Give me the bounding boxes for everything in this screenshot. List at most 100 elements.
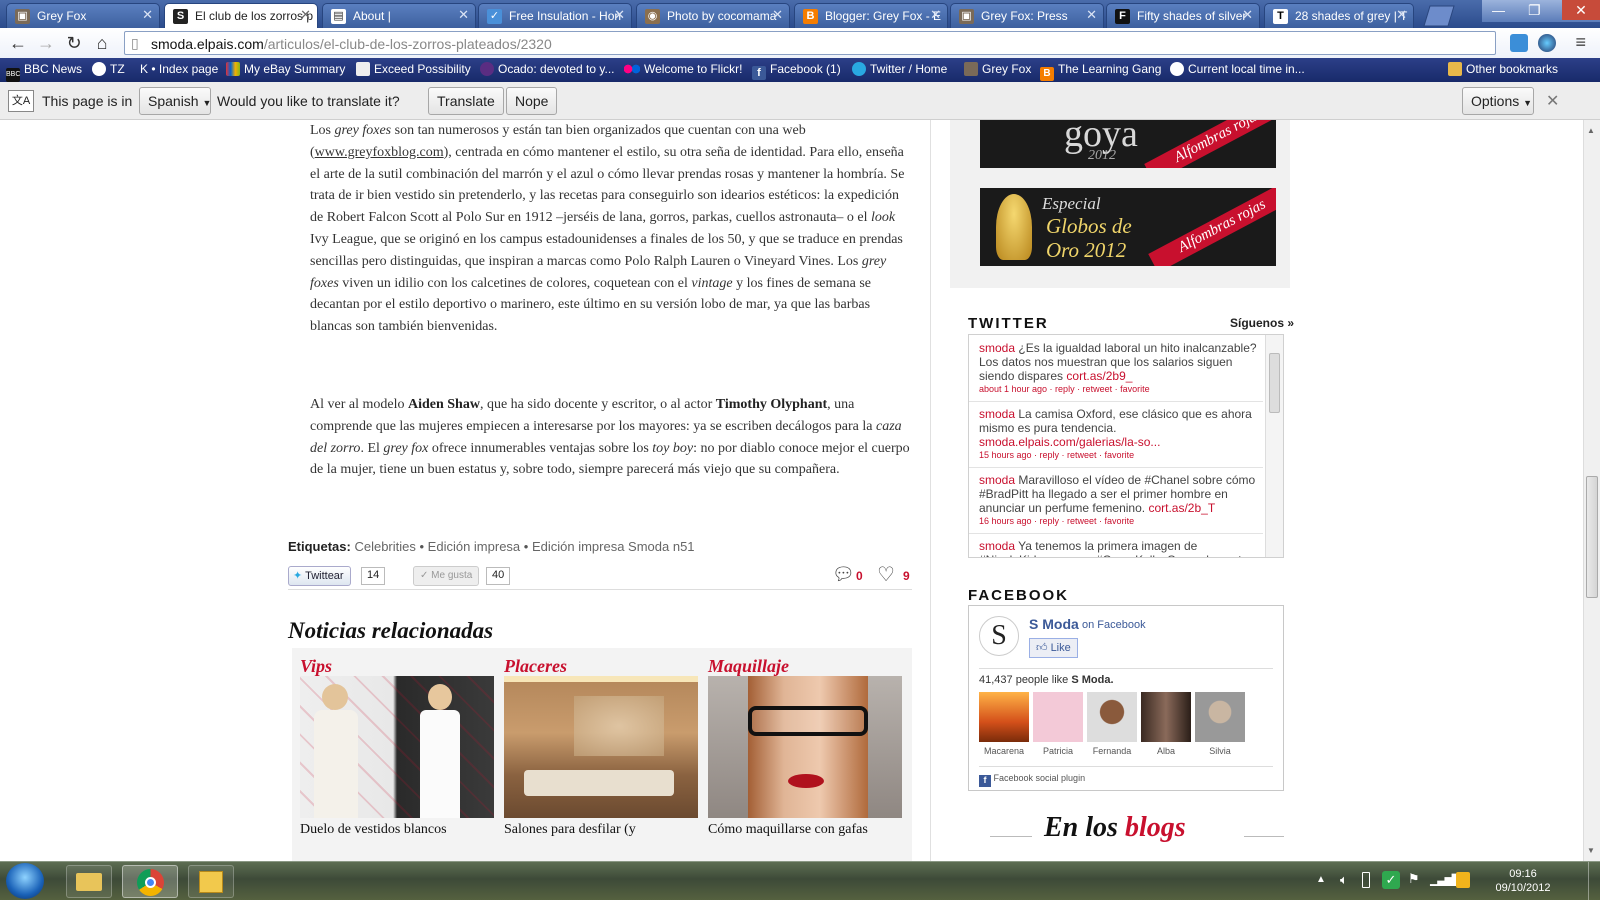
related-card-vips[interactable]: Vips Duelo de vestidos blancos (300, 656, 494, 837)
system-clock[interactable]: 09:16 09/10/2012 (1488, 867, 1558, 895)
bookmark-grey-fox[interactable]: Grey Fox (964, 62, 1031, 76)
bookmark-learning-gang[interactable]: B The Learning Gang (1040, 62, 1161, 81)
bookmark-bbc-news[interactable]: BBC BBC News (6, 62, 82, 82)
tab-2[interactable]: ▤ About | ✕ (322, 3, 476, 28)
close-tab-icon[interactable]: ✕ (142, 7, 153, 23)
close-tab-icon[interactable]: ✕ (300, 7, 311, 23)
fb-fan-avatar[interactable] (1087, 692, 1137, 742)
tag-link[interactable]: Edición impresa Smoda n51 (532, 539, 695, 554)
bookmark-twitter[interactable]: Twitter / Home (852, 62, 947, 76)
close-tab-icon[interactable]: ✕ (614, 7, 625, 23)
close-tab-icon[interactable]: ✕ (772, 7, 783, 23)
translate-icon: 文A (8, 90, 34, 112)
emphasis: toy boy (652, 440, 694, 456)
tab-5[interactable]: B Blogger: Grey Fox - E ✕ (794, 3, 948, 28)
close-infobar-icon[interactable]: ✕ (1546, 91, 1559, 111)
home-icon[interactable]: ⌂ (90, 32, 114, 54)
page-scrollbar[interactable]: ▲ ▼ (1583, 120, 1600, 861)
close-tab-icon[interactable]: ✕ (930, 7, 941, 23)
minimize-icon[interactable]: — (1492, 3, 1505, 18)
placeres-image[interactable] (504, 676, 698, 818)
related-card-placeres[interactable]: Placeres Salones para desfilar (y (504, 656, 698, 837)
close-tab-icon[interactable]: ✕ (1242, 7, 1253, 23)
bookmark-ebay[interactable]: My eBay Summary (226, 62, 345, 76)
vips-image[interactable] (300, 676, 494, 818)
start-button[interactable] (6, 863, 44, 899)
tag-link[interactable]: Edición impresa (428, 539, 521, 554)
show-desktop-button[interactable] (1588, 862, 1600, 900)
volume-icon[interactable]: 🔈︎ (1340, 872, 1348, 888)
article-paragraph-2: Al ver al modelo Aiden Shaw, que ha sido… (310, 397, 910, 478)
heart-icon[interactable]: ♡ (877, 562, 895, 587)
tab-7[interactable]: F Fifty shades of silver ✕ (1106, 3, 1260, 28)
bookmark-ocado[interactable]: Ocado: devoted to y... (480, 62, 615, 76)
notes-taskbar-icon[interactable] (188, 865, 234, 898)
bookmark-tz[interactable]: TZ (92, 62, 125, 76)
tray-app-icon[interactable] (1456, 872, 1470, 888)
show-hidden-icons[interactable]: ▲ (1316, 874, 1326, 885)
sync-check-icon[interactable]: ✓ (1382, 871, 1400, 889)
comment-icon[interactable]: 💬︎ (832, 564, 855, 585)
tag-link[interactable]: Celebrities (354, 539, 415, 554)
bookmark-local-time[interactable]: Current local time in... (1170, 62, 1305, 76)
like-button[interactable]: ✓ Me gusta (413, 566, 480, 586)
goya-banner[interactable]: goya 2012 Alfombras rojas (980, 120, 1276, 168)
translate-button[interactable]: Translate (428, 87, 504, 115)
reload-icon[interactable]: ↻ (62, 32, 86, 54)
language-select[interactable]: Spanish ▼ (139, 87, 211, 115)
explorer-taskbar-icon[interactable] (66, 865, 112, 898)
bookmark-index-page[interactable]: K • Index page (140, 62, 218, 76)
scroll-up-icon[interactable]: ▲ (1587, 126, 1595, 135)
smoda-logo[interactable]: S (979, 616, 1019, 656)
close-tab-icon[interactable]: ✕ (1396, 7, 1407, 23)
battery-icon[interactable] (1362, 872, 1370, 888)
tz-icon (92, 62, 106, 76)
forward-icon[interactable]: → (34, 32, 58, 54)
tab-1[interactable]: S El club de los zorros p ✕ (164, 3, 318, 28)
bookmark-exceed-possibility[interactable]: Exceed Possibility (356, 62, 471, 76)
tab-6[interactable]: ▣ Grey Fox: Press ✕ (950, 3, 1104, 28)
tab-0[interactable]: ▣ Grey Fox ✕ (6, 3, 160, 28)
fb-social-plugin-label[interactable]: f Facebook social plugin (979, 773, 1085, 787)
facebook-like-box: S S Moda on Facebook 👍︎ Like 41,437 peop… (968, 605, 1284, 791)
scroll-thumb[interactable] (1586, 476, 1598, 598)
tab-4[interactable]: ◉ Photo by cocomama ✕ (636, 3, 790, 28)
new-tab-icon[interactable] (1420, 0, 1482, 28)
fb-like-button[interactable]: 👍︎ Like (1029, 638, 1078, 658)
chrome-taskbar-icon[interactable] (122, 865, 178, 898)
action-center-flag-icon[interactable]: ⚑ (1408, 871, 1420, 887)
close-window-icon[interactable]: ✕ (1562, 0, 1600, 20)
nope-button[interactable]: Nope (506, 87, 558, 115)
maquillaje-image[interactable] (708, 676, 902, 818)
fb-fan-avatar[interactable] (1141, 692, 1191, 742)
fb-fan-avatar[interactable] (979, 692, 1029, 742)
network-signal-icon[interactable]: ▁▃▅▇ (1430, 872, 1461, 886)
back-icon[interactable]: ← (6, 32, 30, 54)
tweet-button[interactable]: ✦ Twittear (288, 566, 351, 586)
tab-8[interactable]: T 28 shades of grey | T ✕ (1264, 3, 1414, 28)
globos-de-oro-banner[interactable]: Especial Globos de Oro 2012 Alfombras ro… (980, 188, 1276, 266)
tab-3[interactable]: ✓ Free Insulation - Hon ✕ (478, 3, 632, 28)
fb-fan-avatar[interactable] (1033, 692, 1083, 742)
bbc-icon: BBC (6, 68, 20, 82)
fb-fan-avatar[interactable] (1195, 692, 1245, 742)
options-button[interactable]: Options ▼ (1462, 87, 1534, 115)
scroll-down-icon[interactable]: ▼ (1587, 846, 1595, 855)
globe-icon[interactable] (1538, 34, 1556, 52)
other-bookmarks[interactable]: Other bookmarks (1448, 62, 1558, 76)
tab-strip: ▣ Grey Fox ✕ S El club de los zorros p ✕ ▤ Ab… (0, 0, 1600, 28)
like-count: 40 (486, 567, 511, 585)
twitter-scrollbar[interactable] (1265, 335, 1283, 557)
fb-page-name[interactable]: S Moda (1029, 616, 1079, 632)
close-tab-icon[interactable]: ✕ (1086, 7, 1097, 23)
extension-icon[interactable] (1510, 34, 1528, 52)
siguenos-link[interactable]: Síguenos » (1230, 316, 1294, 330)
related-card-maquillaje[interactable]: Maquillaje Cómo maquillarse con gafas (708, 656, 902, 837)
address-bar[interactable]: ▯ smoda.elpais.com/articulos/el-club-de-… (124, 31, 1496, 55)
wrench-menu-icon[interactable]: ≡ (1575, 32, 1586, 53)
bookmark-flickr[interactable]: Welcome to Flickr! (624, 62, 742, 76)
inline-link[interactable]: www.greyfoxblog.com (315, 145, 444, 160)
bookmark-facebook[interactable]: f Facebook (1) (752, 62, 841, 80)
maximize-icon[interactable]: ❐ (1528, 2, 1541, 19)
close-tab-icon[interactable]: ✕ (458, 7, 469, 23)
